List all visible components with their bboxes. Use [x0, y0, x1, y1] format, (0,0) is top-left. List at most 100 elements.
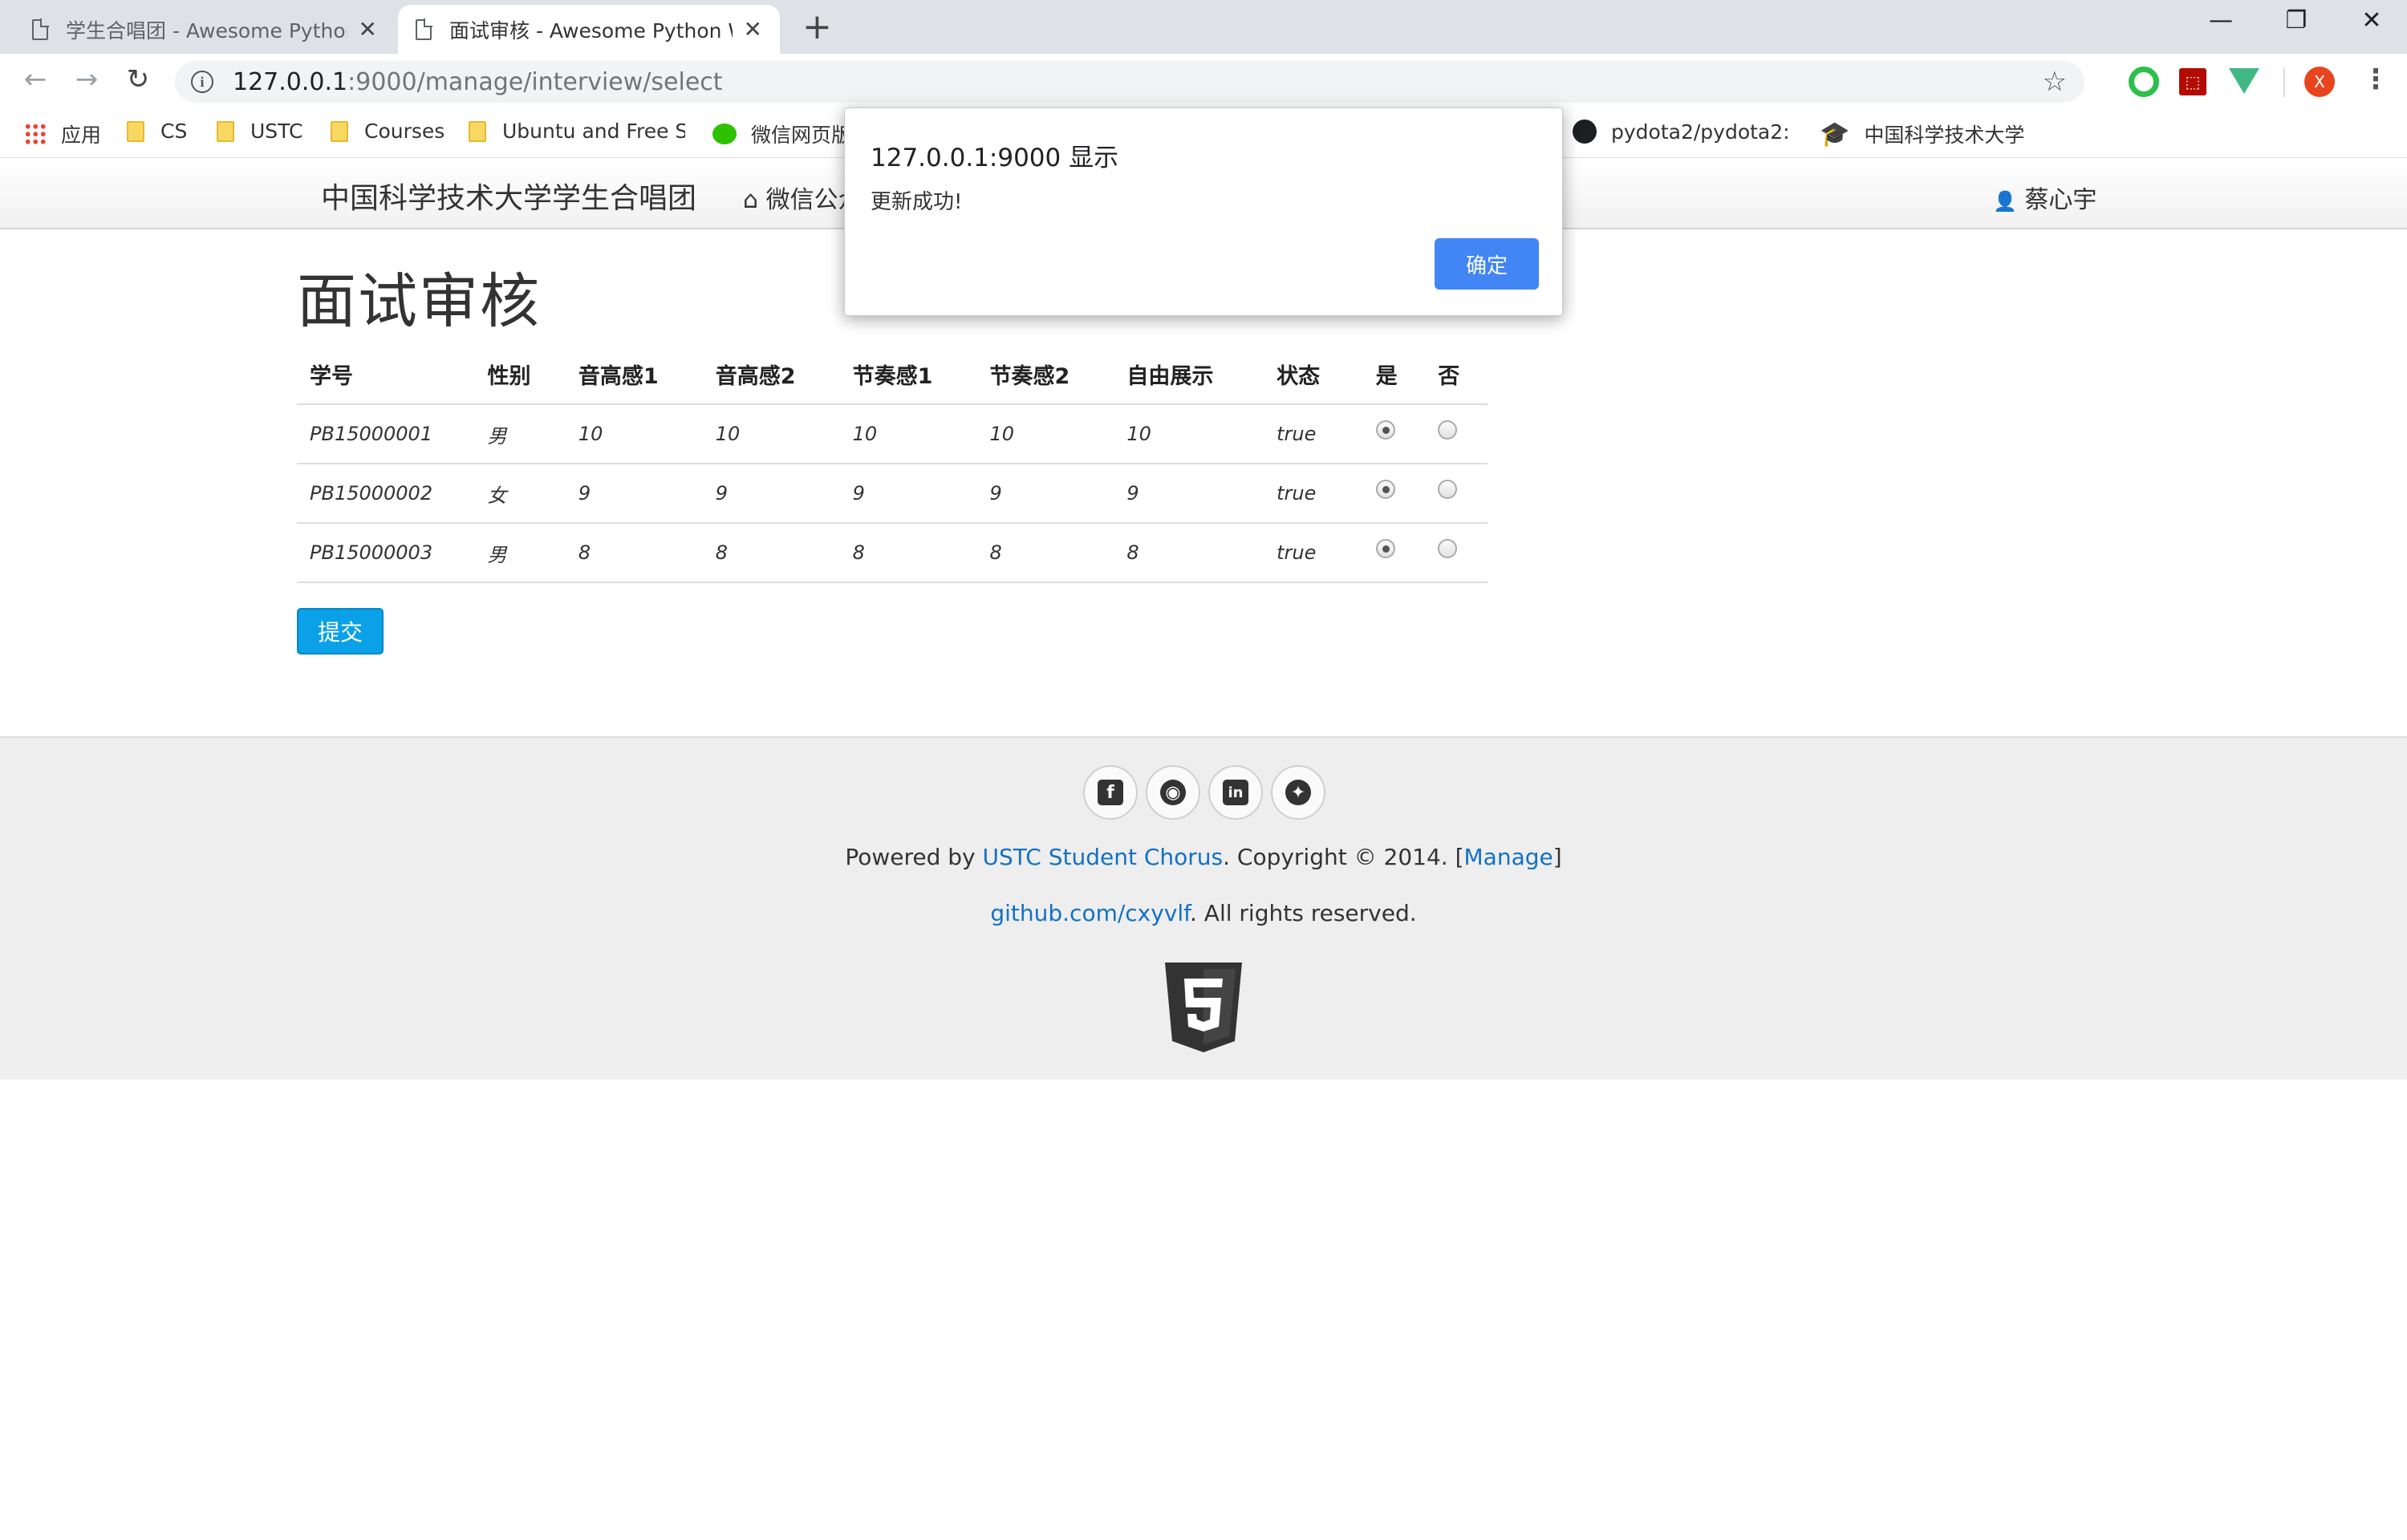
facebook-icon: f [1098, 780, 1123, 805]
bookmark-label: 应用 [61, 124, 102, 147]
submit-button[interactable]: 提交 [297, 608, 384, 654]
bookmark-star-icon[interactable]: ☆ [2043, 66, 2067, 98]
student-id: PB15000001 [297, 404, 475, 464]
bookmark-pydota2[interactable]: pydota2/pydota2: D [1573, 120, 1791, 144]
address-bar[interactable]: i 127.0.0.1:9000/manage/interview/select… [175, 61, 2084, 103]
new-tab-button[interactable]: + [802, 8, 832, 47]
site-brand[interactable]: 中国科学技术大学学生合唱团 [321, 175, 696, 217]
column-header: 是 [1362, 345, 1426, 405]
folder-icon [469, 120, 486, 142]
pitch-1: 8 [565, 523, 703, 583]
footer-text: ] [1553, 844, 1562, 870]
tab-interview-review[interactable]: 面试审核 - Awesome Python Webapp ✕ [398, 5, 780, 54]
toolbar-divider [2283, 68, 2285, 97]
yes-cell [1362, 404, 1426, 464]
no-cell [1425, 464, 1488, 524]
browser-menu-icon[interactable]: ⋮ [2362, 63, 2389, 95]
bookmark-wechat[interactable]: 微信网页版 [712, 120, 849, 148]
html5-logo-icon [1165, 962, 1242, 1052]
url-host: 127.0.0.1 [233, 67, 348, 96]
no-radio[interactable] [1438, 420, 1458, 440]
url-text[interactable]: 127.0.0.1:9000/manage/interview/select [233, 68, 723, 96]
status: true [1264, 404, 1363, 464]
bookmark-ubuntu[interactable]: Ubuntu and Free Software [469, 120, 685, 143]
yes-radio[interactable] [1375, 539, 1395, 558]
column-header: 音高感1 [565, 345, 703, 405]
reload-button[interactable]: ↻ [120, 63, 156, 95]
github-profile-link[interactable]: github.com/cxyvlf [990, 900, 1190, 926]
column-header: 自由展示 [1114, 345, 1264, 405]
rhythm-1: 10 [839, 404, 977, 464]
bookmark-ustc[interactable]: USTC [217, 120, 302, 143]
alert-dialog: 127.0.0.1:9000 显示 更新成功! 确定 [844, 107, 1563, 316]
folder-icon [217, 120, 234, 142]
pitch-1: 10 [565, 404, 703, 464]
document-icon [416, 18, 432, 40]
student-id: PB15000003 [297, 523, 475, 583]
folder-icon [331, 120, 348, 142]
linkedin-link[interactable]: in [1208, 765, 1263, 820]
column-header: 性别 [474, 345, 566, 405]
info-icon[interactable]: i [191, 71, 213, 93]
github-link[interactable]: ◉ [1146, 765, 1200, 820]
twitter-link[interactable]: ✦ [1271, 765, 1325, 820]
free-show: 10 [1114, 404, 1264, 464]
column-header: 否 [1425, 345, 1488, 405]
linkedin-icon: in [1223, 780, 1248, 805]
free-show: 8 [1114, 523, 1264, 583]
pitch-2: 8 [702, 523, 840, 583]
table-header-row: 学号 性别 音高感1 音高感2 节奏感1 节奏感2 自由展示 状态 是 否 [297, 345, 1488, 405]
footer-text: . All rights reserved. [1190, 900, 1417, 926]
tab-close-icon[interactable]: ✕ [744, 16, 762, 43]
column-header: 学号 [297, 345, 475, 405]
gender: 女 [474, 464, 566, 524]
profile-avatar[interactable]: X [2304, 67, 2335, 97]
wechat-icon [712, 124, 737, 144]
apps-grid-icon [24, 123, 47, 145]
page-title: 面试审核 [297, 267, 541, 336]
window-close-button[interactable]: ✕ [2356, 6, 2388, 34]
yes-cell [1362, 464, 1426, 524]
home-icon: ⌂ [743, 186, 759, 214]
extension-green-ring-icon[interactable] [2129, 67, 2159, 97]
free-show: 9 [1114, 464, 1264, 524]
bookmark-label: 微信网页版 [751, 124, 849, 147]
pitch-1: 9 [565, 464, 703, 524]
column-header: 节奏感2 [976, 345, 1114, 405]
no-radio[interactable] [1438, 480, 1458, 499]
no-radio[interactable] [1438, 539, 1458, 558]
yes-radio[interactable] [1375, 480, 1395, 499]
ustc-chorus-link[interactable]: USTC Student Chorus [983, 844, 1224, 870]
graduation-cap-icon: 🎓 [1820, 120, 1850, 148]
bookmark-label: CS [160, 120, 188, 143]
extension-vue-icon[interactable] [2229, 68, 2259, 94]
tab-close-icon[interactable]: ✕ [359, 16, 377, 43]
extension-pdf-icon[interactable]: ⬚ [2179, 68, 2206, 95]
manage-link[interactable]: Manage [1464, 844, 1553, 870]
github-icon [1573, 120, 1597, 144]
bookmark-courses[interactable]: Courses [331, 120, 444, 143]
github-icon: ◉ [1160, 780, 1186, 805]
bookmark-apps[interactable]: 应用 [24, 120, 101, 148]
table-row: PB15000003 男 8 8 8 8 8 true [297, 523, 1488, 583]
tab-student-chorus[interactable]: 学生合唱团 - Awesome Python Webapp ✕ [14, 5, 395, 54]
nav-user-menu[interactable]: 👤 蔡心宇 [1993, 180, 2096, 215]
bookmark-label: 中国科学技术大学 [1864, 124, 2025, 147]
restore-button[interactable]: ❐ [2280, 6, 2312, 34]
yes-radio[interactable] [1375, 420, 1395, 440]
dialog-title: 127.0.0.1:9000 显示 [871, 144, 1119, 172]
no-cell [1425, 523, 1488, 583]
status: true [1264, 523, 1363, 583]
dialog-ok-button[interactable]: 确定 [1435, 238, 1539, 290]
rhythm-1: 8 [839, 523, 977, 583]
bookmark-cs[interactable]: CS [127, 120, 187, 143]
gender: 男 [474, 404, 566, 464]
forward-button[interactable]: → [69, 63, 104, 95]
student-id: PB15000002 [297, 464, 475, 524]
bookmark-ustc-main[interactable]: 🎓 中国科学技术大学 [1820, 120, 2024, 148]
back-button[interactable]: ← [18, 63, 53, 95]
document-icon [32, 18, 49, 40]
facebook-link[interactable]: f [1083, 765, 1138, 820]
minimize-button[interactable]: — [2205, 6, 2237, 34]
user-name: 蔡心宇 [2024, 186, 2097, 214]
